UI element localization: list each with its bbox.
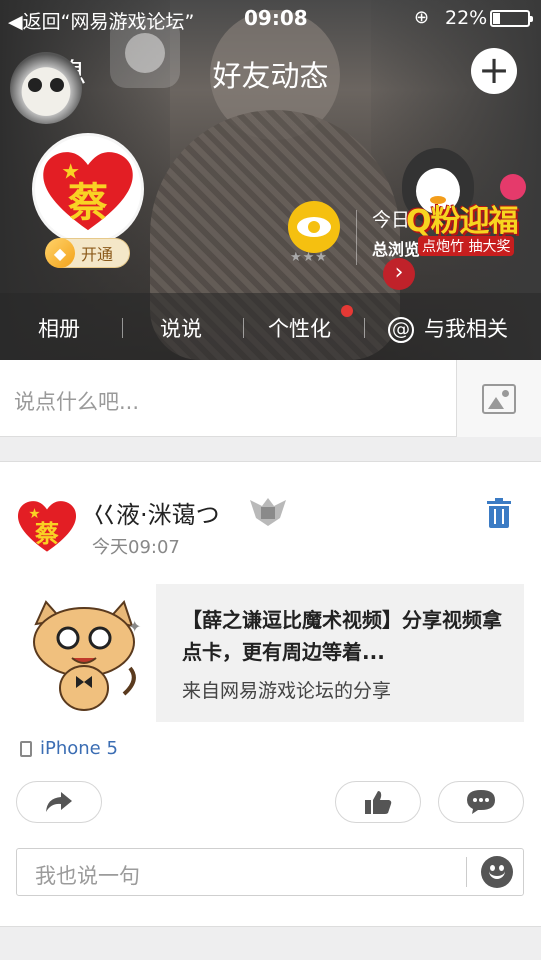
promo-arrow-icon[interactable]: › [383, 258, 415, 290]
at-icon: @ [388, 317, 414, 343]
device-label: iPhone 5 [40, 738, 118, 759]
cartoon-cat-thumbnail: ✦ [16, 584, 156, 722]
promo-subtitle: 点炮竹 抽大奖 [418, 236, 515, 256]
add-image-button[interactable] [456, 360, 541, 437]
new-year-promo-banner[interactable]: Q粉迎福 点炮竹 抽大奖 [398, 148, 534, 260]
delete-trash-icon[interactable] [486, 498, 512, 528]
comment-bubble-icon [467, 790, 495, 814]
post-time: 今天09:07 [92, 537, 180, 558]
comment-input[interactable]: 我也说一句 [16, 848, 524, 896]
shared-title: 【薛之谦逗比魔术视频】分享视频拿点卡，更有周边等着... [182, 608, 502, 664]
thumbs-up-icon [365, 791, 392, 814]
notification-dot [341, 305, 353, 317]
emoji-smiley-icon[interactable] [481, 856, 513, 888]
tab-related-label: 与我相关 [424, 317, 508, 341]
tab-album[interactable]: 相册 [38, 313, 80, 343]
tab-related-to-me[interactable]: @ 与我相关 [388, 313, 508, 343]
battery-icon [490, 10, 533, 27]
heart-flag-image: ★ 蔡 [40, 146, 136, 232]
image-icon [482, 383, 516, 414]
status-bar: ◀返回“网易游戏论坛” 09:08 ⊕ 22% [0, 0, 541, 36]
post-author-name[interactable]: 巜液·洣蔼つ [92, 495, 220, 530]
profile-tab-bar: 相册 说说 个性化 @ 与我相关 [0, 293, 541, 360]
post-author-avatar[interactable]: ★ 蔡 [16, 494, 78, 556]
promo-title: Q粉迎福 [406, 204, 519, 239]
profile-avatar[interactable]: ★ 蔡 [32, 133, 144, 245]
divider [356, 210, 357, 265]
battery-percent: 22% [445, 7, 488, 29]
compose-bar: 说点什么吧... [0, 360, 541, 437]
clock: 09:08 [244, 6, 308, 30]
tab-divider [122, 318, 123, 338]
post-device: iPhone 5 [20, 738, 118, 759]
like-button[interactable] [335, 781, 421, 823]
shared-link-card[interactable]: ✦ 【薛之谦逗比魔术视频】分享视频拿点卡，更有周边等着... 来自网易游戏论坛的… [16, 584, 524, 722]
compose-input[interactable]: 说点什么吧... [14, 386, 139, 416]
tab-moods[interactable]: 说说 [160, 313, 202, 343]
vip-label: 开通 [81, 245, 114, 264]
tab-divider [364, 318, 365, 338]
battery-level [493, 13, 501, 24]
comment-placeholder: 我也说一句 [35, 864, 140, 888]
tab-personalize[interactable]: 个性化 [268, 313, 331, 343]
add-button[interactable]: + [471, 48, 517, 94]
share-arrow-icon [46, 792, 72, 812]
post-avatar-char: 蔡 [35, 520, 59, 548]
feed-post-card: ★ 蔡 巜液·洣蔼つ 今天09:07 ✦ 【薛之谦逗比魔术视频】分享视频拿点卡，… [0, 461, 541, 927]
vip-open-badge[interactable]: ◆ 开通 [45, 238, 130, 268]
shared-source: 来自网易游戏论坛的分享 [182, 680, 392, 702]
rotation-lock-icon: ⊕ [414, 7, 430, 28]
diamond-icon: ◆ [45, 238, 75, 268]
tab-divider [243, 318, 244, 338]
svg-text:✦: ✦ [128, 617, 141, 636]
visitor-level-stars: ★★★ [290, 250, 328, 265]
visitors-eye-icon[interactable] [288, 201, 340, 253]
rank-badge-icon [248, 496, 288, 528]
comment-button[interactable] [438, 781, 524, 823]
panda-sticker [10, 52, 82, 124]
avatar-char: 蔡 [68, 180, 108, 226]
divider [466, 857, 467, 887]
phone-icon [20, 740, 32, 757]
forward-button[interactable] [16, 781, 102, 823]
